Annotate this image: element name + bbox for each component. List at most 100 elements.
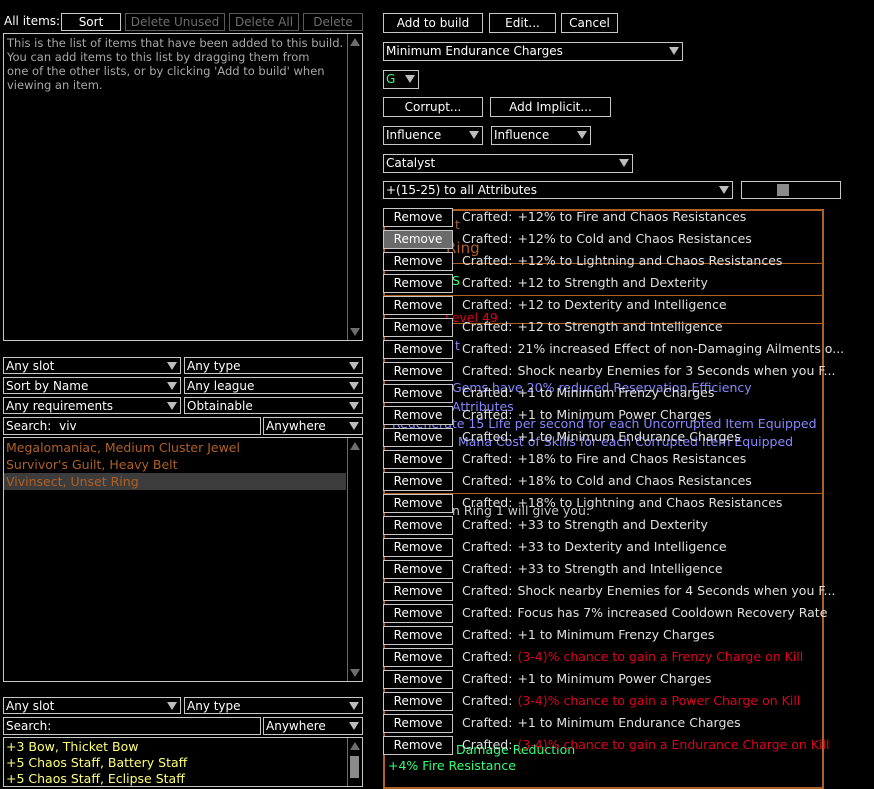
crafted-mod-text: +12 to Strength and Dexterity (517, 275, 708, 290)
chevron-down-icon (405, 75, 415, 83)
crafted-mod-text: +18% to Cold and Chaos Resistances (517, 473, 752, 488)
sort-button[interactable]: Sort (61, 13, 121, 31)
scroll-down-icon[interactable] (350, 669, 360, 677)
unique-items-list[interactable]: Megalomaniac, Medium Cluster Jewel Survi… (3, 437, 363, 682)
influence-2-dropdown[interactable]: Influence (491, 126, 591, 145)
crafted-mod-text: +33 to Dexterity and Intelligence (517, 539, 727, 554)
attribute-mod-dropdown[interactable]: +(15-25) to all Attributes (383, 181, 733, 199)
remove-mod-button[interactable]: Remove (383, 670, 453, 689)
remove-mod-button[interactable]: Remove (383, 560, 453, 579)
crafted-prefix: Crafted: (462, 341, 513, 356)
list-item[interactable]: Survivor's Guilt, Heavy Belt (4, 456, 346, 473)
remove-mod-button[interactable]: Remove (383, 274, 453, 293)
remove-mod-button[interactable]: Remove (383, 648, 453, 667)
unique-obtainable-filter[interactable]: Obtainable (184, 397, 363, 414)
remove-mod-button[interactable]: Remove (383, 626, 453, 645)
rare-slot-filter[interactable]: Any slot (3, 697, 181, 714)
remove-mod-button[interactable]: Remove (383, 406, 453, 425)
remove-mod-button[interactable]: Remove (383, 318, 453, 337)
unique-sort-dropdown[interactable]: Sort by Name (3, 377, 181, 394)
crafted-prefix: Crafted: (462, 671, 513, 686)
crafted-mod-text: +1 to Minimum Frenzy Charges (517, 627, 715, 642)
crafted-mod-text: +1 to Minimum Power Charges (517, 407, 712, 422)
list-item[interactable]: +5 Chaos Staff, Battery Staff (4, 755, 346, 771)
build-items-list[interactable]: This is the list of items that have been… (3, 33, 363, 341)
remove-mod-button[interactable]: Remove (383, 252, 453, 271)
list-item-selected[interactable]: Vivinsect, Unset Ring (4, 473, 346, 490)
catalyst-dropdown[interactable]: Catalyst (383, 154, 633, 173)
unique-search-scope[interactable]: Anywhere (263, 417, 363, 435)
crafted-mod-text: (3-4)% chance to gain a Power Charge on … (517, 693, 801, 708)
crafted-prefix: Crafted: (462, 627, 513, 642)
remove-mod-button[interactable]: Remove (383, 384, 453, 403)
remove-mod-button[interactable]: Remove (383, 472, 453, 491)
crafted-mod-row: Crafted: +1 to Minimum Power Charges (462, 671, 711, 687)
crafted-mod-text: 21% increased Effect of non-Damaging Ail… (517, 341, 845, 356)
unique-league-filter[interactable]: Any league (184, 377, 363, 394)
influence-1-dropdown[interactable]: Influence (383, 126, 483, 145)
crafted-mod-row: Crafted: +12% to Fire and Chaos Resistanc… (462, 209, 746, 225)
list-item[interactable]: +3 Bow, Thicket Bow (4, 739, 346, 755)
mod-range-slider[interactable] (741, 181, 841, 199)
chevron-down-icon (349, 422, 359, 430)
edit-button[interactable]: Edit... (489, 13, 556, 33)
remove-mod-button[interactable]: Remove (383, 362, 453, 381)
delete-button[interactable]: Delete (303, 13, 363, 31)
remove-mod-button[interactable]: Remove (383, 692, 453, 711)
delete-all-button[interactable]: Delete All (229, 13, 299, 31)
crafted-prefix: Crafted: (462, 539, 513, 554)
list-item[interactable]: Megalomaniac, Medium Cluster Jewel (4, 439, 346, 456)
remove-mod-button[interactable]: Remove (383, 604, 453, 623)
crafted-prefix: Crafted: (462, 275, 513, 290)
search-label: Search: (6, 419, 52, 433)
crafted-prefix: Crafted: (462, 473, 513, 488)
remove-mod-button[interactable]: Remove (383, 208, 453, 227)
rare-search-input[interactable]: Search: (3, 717, 261, 735)
remove-mod-button[interactable]: Remove (383, 450, 453, 469)
crafted-prefix: Crafted: (462, 209, 513, 224)
rare-search-scope[interactable]: Anywhere (263, 717, 363, 735)
list-item[interactable]: +5 Chaos Staff, Eclipse Staff (4, 771, 346, 787)
crafted-mod-row: Crafted: +12 to Dexterity and Intelligenc… (462, 297, 727, 313)
slider-knob[interactable] (777, 184, 789, 196)
add-implicit-button[interactable]: Add Implicit... (490, 97, 611, 117)
remove-mod-button[interactable]: Remove (383, 428, 453, 447)
remove-mod-button[interactable]: Remove (383, 736, 453, 755)
remove-mod-button[interactable]: Remove (383, 230, 453, 249)
crafted-prefix: Crafted: (462, 451, 513, 466)
remove-mod-button[interactable]: Remove (383, 516, 453, 535)
crafted-prefix: Crafted: (462, 231, 513, 246)
all-items-label: All items: (4, 14, 61, 28)
tooltip-fragment: t (455, 338, 460, 353)
crafted-mod-row: Crafted: +33 to Strength and Dexterity (462, 517, 708, 533)
remove-mod-button[interactable]: Remove (383, 296, 453, 315)
remove-mod-button[interactable]: Remove (383, 582, 453, 601)
add-to-build-button[interactable]: Add to build (383, 13, 483, 33)
crafted-mod-row: Crafted: +18% to Fire and Chaos Resistanc… (462, 451, 746, 467)
crafted-mod-text: +12% to Cold and Chaos Resistances (517, 231, 752, 246)
remove-mod-button[interactable]: Remove (383, 538, 453, 557)
crafted-mod-text: +18% to Fire and Chaos Resistances (517, 451, 747, 466)
corrupt-button[interactable]: Corrupt... (383, 97, 483, 117)
scroll-down-icon[interactable] (350, 328, 360, 336)
unique-slot-filter[interactable]: Any slot (3, 357, 181, 374)
scroll-thumb[interactable] (350, 756, 359, 778)
scroll-up-icon[interactable] (350, 742, 360, 750)
scroll-up-icon[interactable] (350, 442, 360, 450)
variant-dropdown[interactable]: Minimum Endurance Charges (383, 42, 683, 61)
unique-type-filter[interactable]: Any type (184, 357, 363, 374)
remove-mod-button[interactable]: Remove (383, 340, 453, 359)
crafted-mod-row: Crafted: Shock nearby Enemies for 3 Secon… (462, 363, 835, 379)
scroll-up-icon[interactable] (350, 38, 360, 46)
unique-list-scrollbar[interactable] (347, 438, 362, 681)
remove-mod-button[interactable]: Remove (383, 714, 453, 733)
rare-type-filter[interactable]: Any type (184, 697, 363, 714)
build-items-scrollbar[interactable] (347, 34, 362, 340)
cancel-button[interactable]: Cancel (561, 13, 618, 33)
delete-unused-button[interactable]: Delete Unused (125, 13, 225, 31)
unique-requirements-filter[interactable]: Any requirements (3, 397, 181, 414)
unique-search-input[interactable]: Search: viv (3, 417, 261, 435)
rare-templates-list[interactable]: +3 Bow, Thicket Bow +5 Chaos Staff, Batt… (3, 737, 363, 787)
remove-mod-button[interactable]: Remove (383, 494, 453, 513)
quality-dropdown[interactable]: G (383, 70, 419, 89)
